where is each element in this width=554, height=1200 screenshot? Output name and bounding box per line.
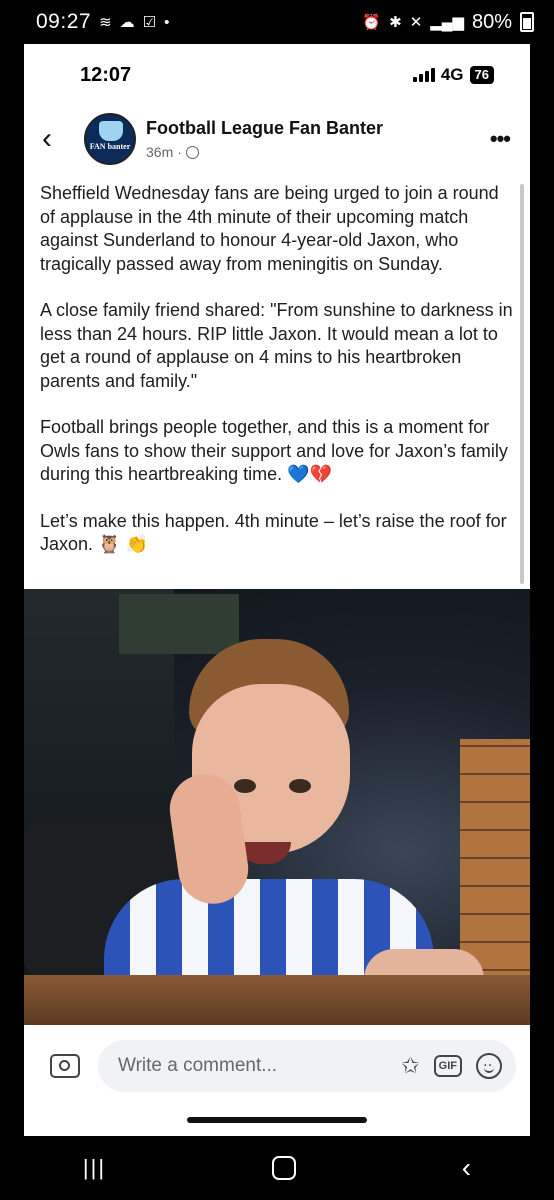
mute-icon: ✕ bbox=[409, 13, 423, 31]
photo-eye bbox=[289, 779, 311, 793]
avatar[interactable]: FAN banter bbox=[84, 113, 136, 165]
device-navigation-bar: ||| ‹ bbox=[0, 1136, 554, 1200]
more-dots-icon[interactable]: ••• bbox=[490, 126, 511, 152]
comment-input-wrapper[interactable]: ✩ GIF bbox=[98, 1040, 516, 1092]
photo-tv-screen bbox=[119, 594, 239, 654]
camera-icon[interactable] bbox=[50, 1054, 80, 1078]
signal-bars-icon bbox=[412, 68, 435, 82]
recent-apps-icon[interactable]: ||| bbox=[83, 1155, 106, 1181]
device-status-bar: 09:27 ≋ ☁ ☑ • ⏰ ✱ ✕ ▂▄▆ 80% bbox=[0, 0, 554, 44]
device-time: 09:27 bbox=[36, 10, 92, 33]
inner-status-bar: 12:07 4G 76 bbox=[24, 44, 530, 106]
bluetooth-icon: ✱ bbox=[389, 13, 402, 31]
shield-icon bbox=[99, 121, 123, 141]
page-name[interactable]: Football League Fan Banter bbox=[146, 118, 383, 139]
dot-icon: • bbox=[164, 13, 170, 31]
checkbox-icon: ☑ bbox=[142, 13, 157, 31]
comment-input[interactable] bbox=[116, 1054, 388, 1078]
signal-icon: ▂▄▆ bbox=[430, 13, 464, 31]
post-paragraph: Sheffield Wednesday fans are being urged… bbox=[40, 183, 499, 274]
inner-battery: 76 bbox=[469, 66, 494, 84]
scrollbar[interactable] bbox=[520, 184, 524, 584]
home-icon[interactable] bbox=[271, 1156, 296, 1180]
globe-icon bbox=[185, 145, 199, 159]
comment-bar: ✩ GIF bbox=[24, 1025, 530, 1107]
time-ago[interactable]: 36m bbox=[146, 144, 173, 160]
alarm-icon: ⏰ bbox=[362, 13, 382, 31]
device-battery-text: 80% bbox=[471, 10, 512, 33]
emoji-icon[interactable] bbox=[476, 1053, 502, 1079]
post-paragraph: Football brings people together, and thi… bbox=[40, 417, 508, 484]
chevron-left-icon[interactable]: ‹ bbox=[42, 124, 72, 154]
back-icon[interactable]: ‹ bbox=[462, 1152, 471, 1184]
sticker-icon[interactable]: ✩ bbox=[401, 1053, 419, 1079]
post-paragraph: A close family friend shared: "From suns… bbox=[40, 300, 513, 391]
gif-icon[interactable]: GIF bbox=[433, 1055, 462, 1077]
cloud-icon: ☁ bbox=[119, 13, 135, 31]
post-body: Sheffield Wednesday fans are being urged… bbox=[24, 172, 530, 584]
network-type: 4G bbox=[440, 65, 464, 84]
avatar-logo-text: FAN banter bbox=[89, 142, 131, 151]
post-paragraph: Let’s make this happen. 4th minute – let… bbox=[40, 510, 507, 555]
meta-separator: · bbox=[177, 144, 182, 160]
photo-table bbox=[24, 975, 530, 1025]
post-photo[interactable] bbox=[24, 589, 530, 1025]
screenshot-card: 12:07 4G 76 ‹ FAN banter Football League… bbox=[24, 44, 530, 1136]
battery-icon bbox=[520, 12, 534, 32]
inner-time: 12:07 bbox=[80, 63, 132, 86]
wifi-icon: ≋ bbox=[99, 13, 112, 31]
photo-eye bbox=[234, 779, 256, 793]
home-indicator[interactable] bbox=[187, 1117, 367, 1123]
post-header: ‹ FAN banter Football League Fan Banter … bbox=[24, 106, 530, 172]
header-text: Football League Fan Banter 36m · bbox=[146, 118, 383, 160]
post-meta: 36m · bbox=[146, 144, 383, 160]
